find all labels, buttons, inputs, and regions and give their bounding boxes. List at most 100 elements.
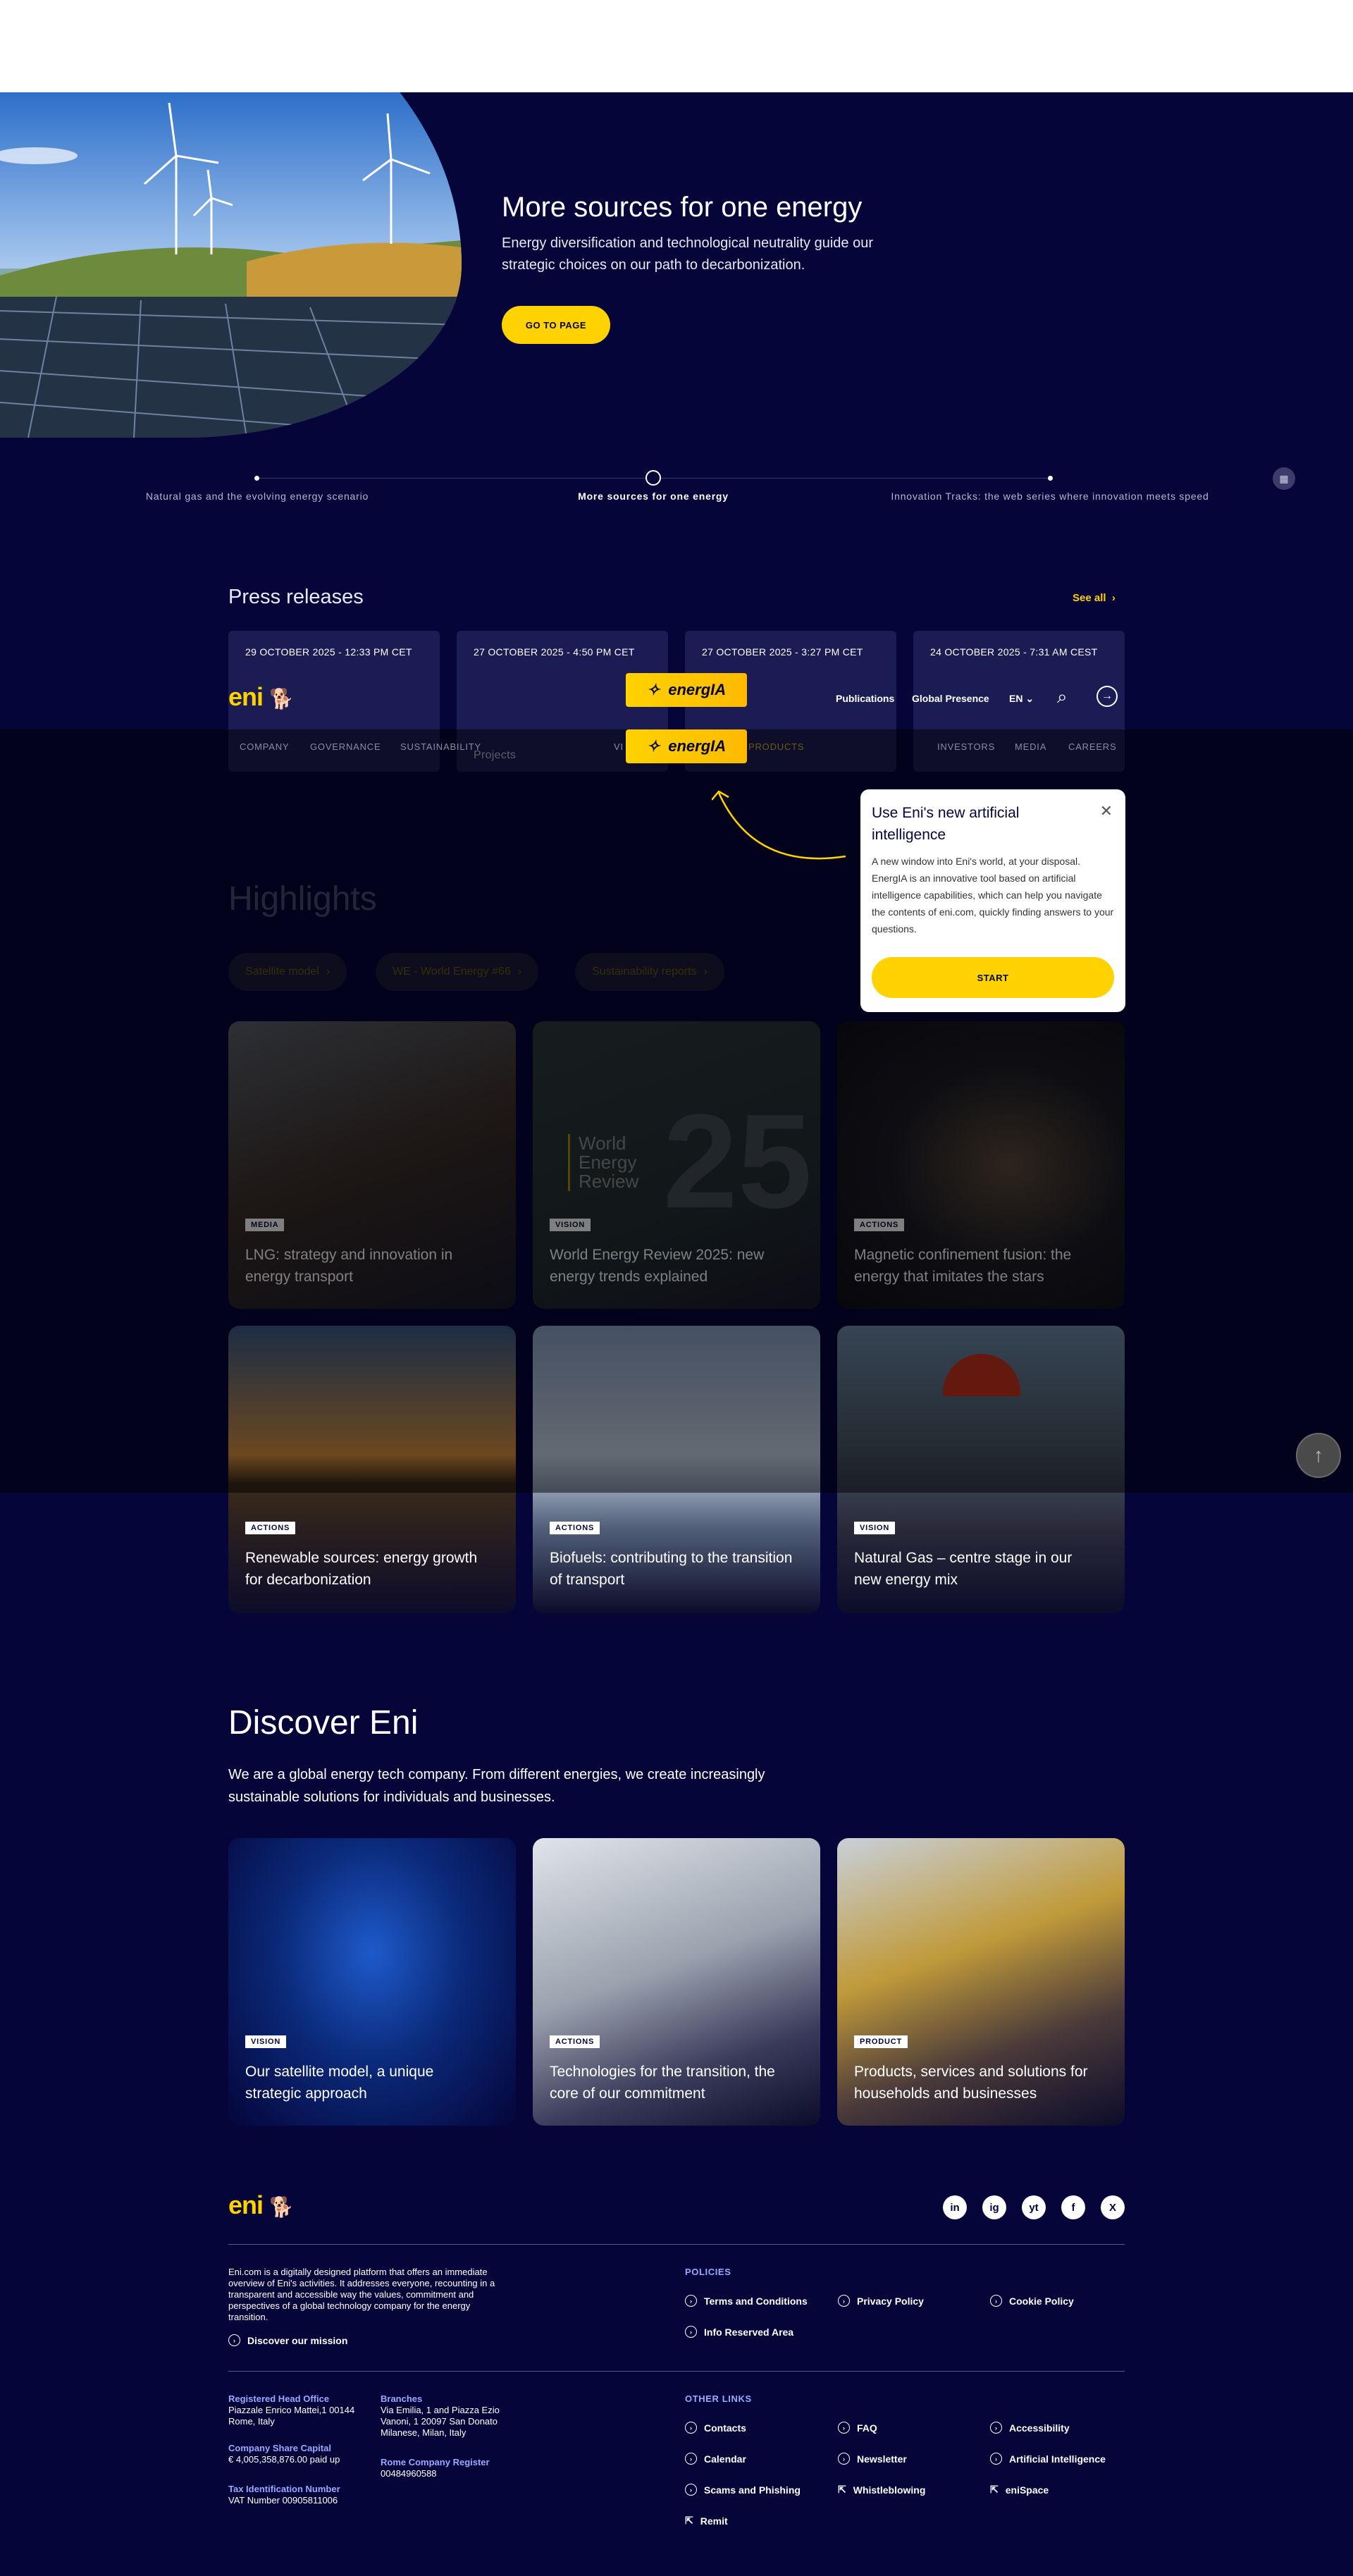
dog-icon: 🐕 <box>269 2196 294 2218</box>
nav-publications[interactable]: Publications <box>836 693 894 704</box>
arrow-circle-icon: › <box>685 2484 697 2496</box>
arrow-circle-icon: › <box>838 2422 850 2434</box>
eni-logo[interactable]: eni 🐕 <box>228 682 294 712</box>
accessibility-link[interactable]: › Accessibility <box>990 2422 1070 2434</box>
discover-mission-link[interactable]: › Discover our mission <box>228 2334 347 2346</box>
link-label: Scams and Phishing <box>704 2484 801 2496</box>
arrow-circle-icon: › <box>228 2334 240 2346</box>
card-tag: ACTIONS <box>245 1522 296 1534</box>
card-title: Natural Gas – centre stage in our new en… <box>854 1550 1073 1588</box>
chevron-down-icon: ⌄ <box>1025 693 1034 704</box>
energia-label: energIA <box>668 737 727 755</box>
timeline-dot[interactable] <box>1048 476 1053 481</box>
see-all-label: See all <box>1073 592 1106 604</box>
link-label: Accessibility <box>1009 2422 1070 2434</box>
energia-button-highlighted[interactable]: ✧ energIA <box>626 729 747 763</box>
linkedin-icon[interactable]: in <box>943 2195 967 2219</box>
start-button[interactable]: START <box>872 957 1114 998</box>
discover-card-technologies[interactable]: ACTIONS Technologies for the transition,… <box>533 1838 820 2126</box>
reg-office-label: Registered Head Office <box>228 2393 330 2404</box>
scams-link[interactable]: › Scams and Phishing <box>685 2484 801 2496</box>
youtube-icon[interactable]: yt <box>1022 2195 1046 2219</box>
card-title: Technologies for the transition, the cor… <box>550 2064 775 2102</box>
nav-global-presence[interactable]: Global Presence <box>912 693 989 704</box>
info-reserved-link[interactable]: › Info Reserved Area <box>685 2326 793 2338</box>
timeline-item-innovation[interactable]: Innovation Tracks: the web series where … <box>867 488 1233 505</box>
external-link-icon: ⇱ <box>685 2515 693 2526</box>
instagram-icon[interactable]: ig <box>982 2195 1006 2219</box>
contacts-link[interactable]: › Contacts <box>685 2422 746 2434</box>
terms-link[interactable]: › Terms and Conditions <box>685 2295 808 2307</box>
external-link-icon: ⇱ <box>838 2484 846 2495</box>
arrow-circle-icon: › <box>838 2453 850 2465</box>
footer-about: Eni.com is a digitally designed platform… <box>228 2267 495 2322</box>
link-label: Whistleblowing <box>853 2484 926 2496</box>
scroll-to-top-icon[interactable]: ↑ <box>1296 1433 1341 1478</box>
timeline-item-more-sources[interactable]: More sources for one energy <box>495 488 812 505</box>
enispace-link[interactable]: ⇱ eniSpace <box>990 2484 1049 2496</box>
login-icon[interactable]: → <box>1096 686 1118 707</box>
press-date: 27 OCTOBER 2025 - 4:50 PM CET <box>474 646 635 658</box>
search-icon[interactable]: ⌕ <box>1057 686 1068 708</box>
calendar-link[interactable]: › Calendar <box>685 2453 746 2465</box>
energia-intro-popup: ✕ Use Eni's new artificial intelligence … <box>860 789 1125 1012</box>
discover-card-satellite[interactable]: VISION Our satellite model, a unique str… <box>228 1838 516 2126</box>
x-icon[interactable]: X <box>1101 2195 1125 2219</box>
logo-text: eni <box>228 682 264 711</box>
discover-description: We are a global energy tech company. Fro… <box>228 1767 765 1805</box>
remit-link[interactable]: ⇱ Remit <box>685 2515 728 2527</box>
branches: Via Emilia, 1 and Piazza Ezio Vanoni, 1 … <box>381 2405 500 2438</box>
divider <box>228 2371 1125 2372</box>
register-label: Rome Company Register <box>381 2457 490 2467</box>
close-icon[interactable]: ✕ <box>1100 802 1113 820</box>
link-label: Contacts <box>704 2422 746 2434</box>
timeline-item-gas[interactable]: Natural gas and the evolving energy scen… <box>99 488 416 505</box>
link-label: Info Reserved Area <box>704 2326 794 2338</box>
go-to-page-button[interactable]: GO TO PAGE <box>502 306 610 344</box>
card-tag: ACTIONS <box>550 2035 600 2048</box>
privacy-link[interactable]: › Privacy Policy <box>838 2295 924 2307</box>
arrow-circle-icon: › <box>685 2453 697 2465</box>
timeline-dot-active[interactable] <box>645 470 661 486</box>
card-title: Products, services and solutions for hou… <box>854 2064 1088 2102</box>
press-date: 24 OCTOBER 2025 - 7:31 AM CEST <box>930 646 1098 658</box>
link-label: Cookie Policy <box>1009 2295 1074 2307</box>
see-all-link[interactable]: See all › <box>1073 592 1116 604</box>
arrow-circle-icon: › <box>990 2422 1002 2434</box>
discover-card-products[interactable]: PRODUCT Products, services and solutions… <box>837 1838 1125 2126</box>
press-date: 29 OCTOBER 2025 - 12:33 PM CET <box>245 646 412 658</box>
subnav-governance[interactable]: GOVERNANCE <box>310 741 381 752</box>
faq-link[interactable]: › FAQ <box>838 2422 877 2434</box>
grid-icon[interactable]: ▦ <box>1273 467 1295 490</box>
card-tag: ACTIONS <box>550 1522 600 1534</box>
arrow-circle-icon: › <box>990 2453 1002 2465</box>
subnav-company[interactable]: COMPANY <box>240 741 289 752</box>
press-date: 27 OCTOBER 2025 - 3:27 PM CET <box>702 646 863 658</box>
whistleblowing-link[interactable]: ⇱ Whistleblowing <box>838 2484 925 2496</box>
link-label: eniSpace <box>1005 2484 1049 2496</box>
modal-backdrop[interactable] <box>0 729 1353 1493</box>
logo-text: eni <box>228 2190 264 2219</box>
language-label: EN <box>1009 693 1023 704</box>
footer-eni-logo[interactable]: eni 🐕 <box>228 2190 294 2220</box>
subnav-vision[interactable]: VI <box>614 741 624 752</box>
energia-button[interactable]: ✧ energIA <box>626 673 747 707</box>
top-whitespace <box>0 0 1353 92</box>
facebook-icon[interactable]: f <box>1061 2195 1085 2219</box>
subnav-investors[interactable]: INVESTORS <box>937 741 995 752</box>
cookie-link[interactable]: › Cookie Policy <box>990 2295 1074 2307</box>
link-label: Calendar <box>704 2453 746 2465</box>
subnav-sustainability[interactable]: SUSTAINABILITY <box>400 741 481 752</box>
subnav-media[interactable]: MEDIA <box>1015 741 1046 752</box>
tax-label: Tax Identification Number <box>228 2484 340 2494</box>
branches-label: Branches <box>381 2393 423 2404</box>
language-selector[interactable]: EN ⌄ <box>1009 693 1034 705</box>
card-title: Biofuels: contributing to the transition… <box>550 1550 793 1588</box>
subnav-careers[interactable]: CAREERS <box>1068 741 1116 752</box>
link-label: Remit <box>700 2515 728 2527</box>
timeline-dot[interactable] <box>254 476 259 481</box>
subnav-products[interactable]: PRODUCTS <box>748 741 804 752</box>
ai-link[interactable]: › Artificial Intelligence <box>990 2453 1106 2465</box>
newsletter-link[interactable]: › Newsletter <box>838 2453 907 2465</box>
external-link-icon: ⇱ <box>990 2484 999 2495</box>
